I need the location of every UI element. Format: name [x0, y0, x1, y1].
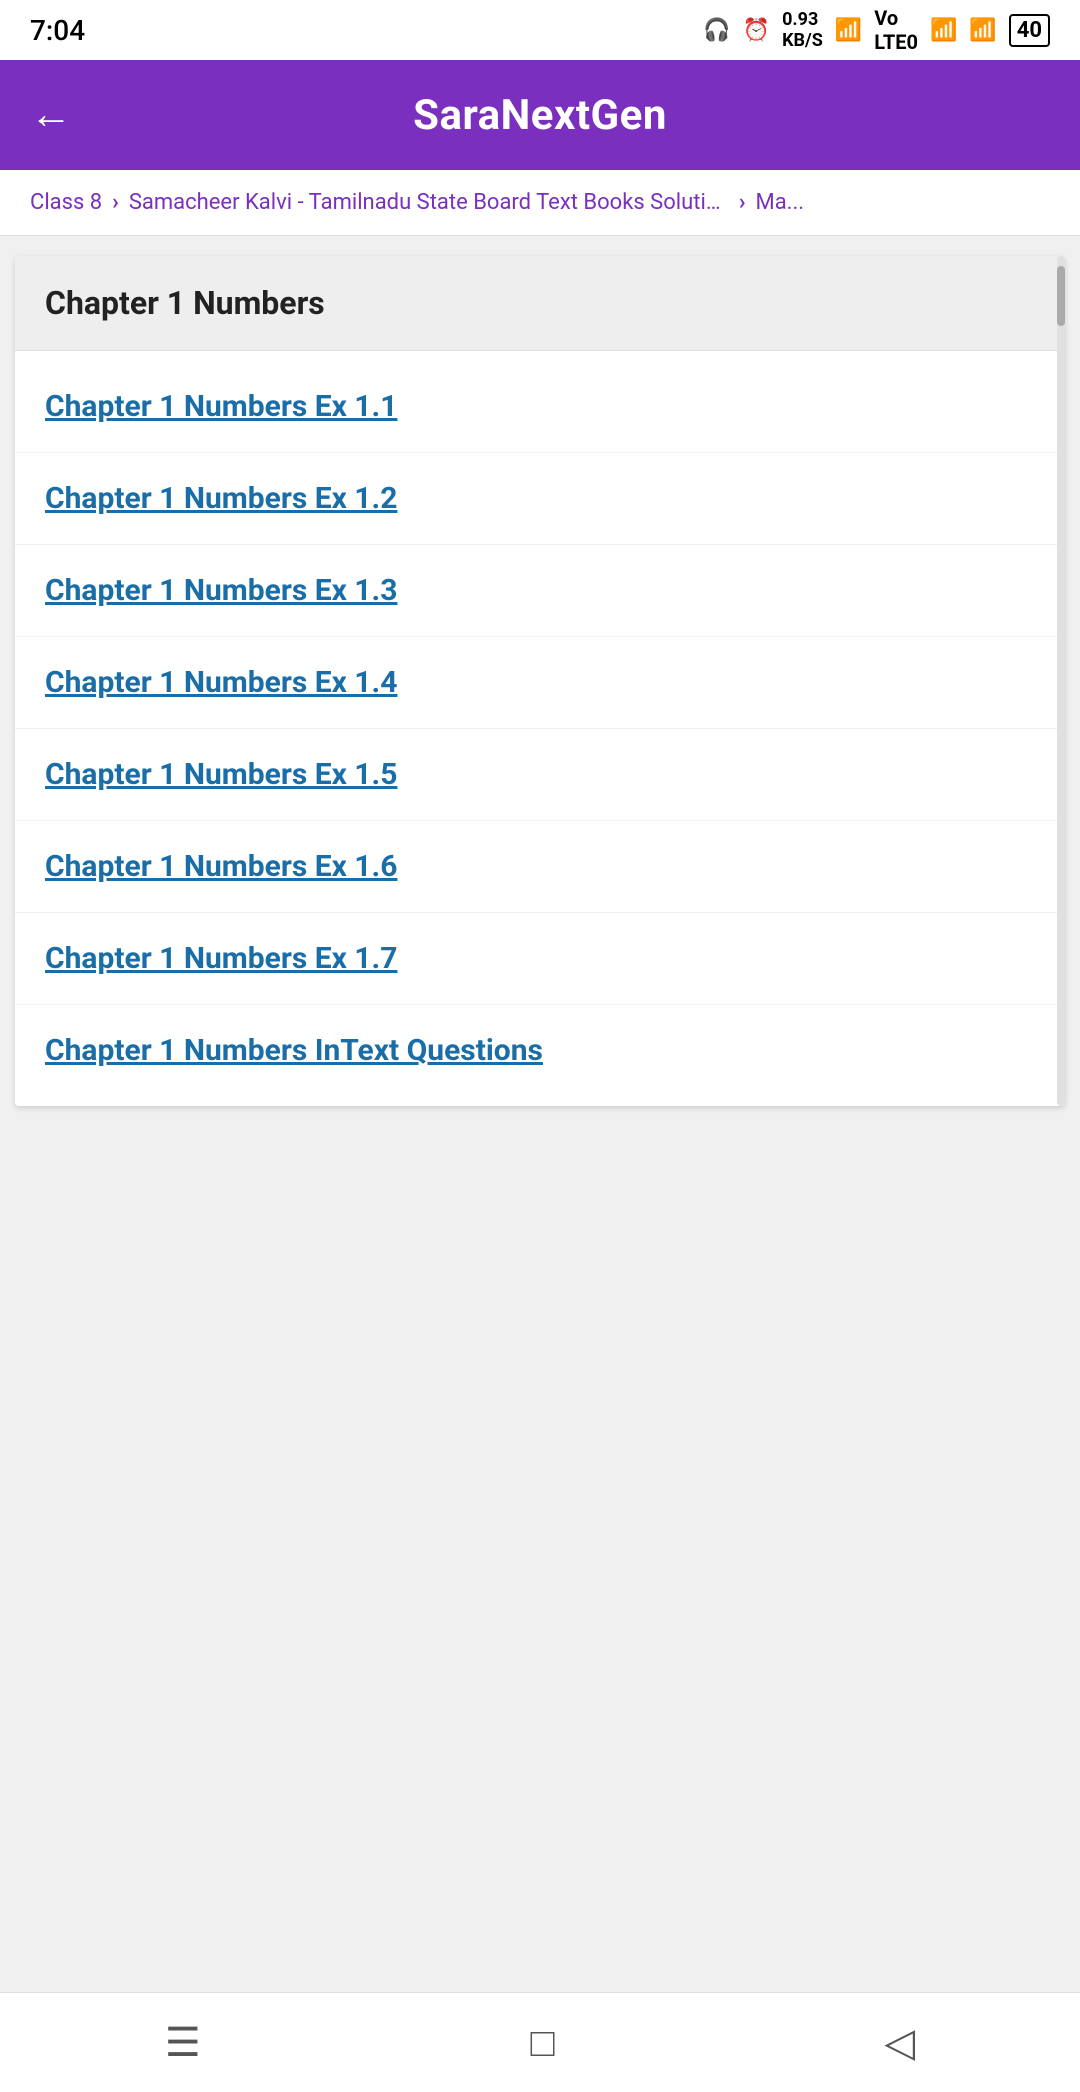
back-nav-icon[interactable]: ◁: [884, 2019, 915, 2066]
breadcrumb-separator-2: ›: [739, 190, 746, 215]
chapter-card-wrapper: Chapter 1 Numbers Chapter 1 Numbers Ex 1…: [15, 256, 1065, 1106]
breadcrumb-ma[interactable]: Ma...: [755, 190, 804, 215]
card-scrollbar-thumb: [1057, 266, 1065, 326]
chapter-item-ex12[interactable]: Chapter 1 Numbers Ex 1.2: [15, 453, 1065, 545]
breadcrumb-samacheer[interactable]: Samacheer Kalvi - Tamilnadu State Board …: [129, 190, 729, 215]
chapter-items-list: Chapter 1 Numbers Ex 1.1 Chapter 1 Numbe…: [15, 351, 1065, 1106]
card-scrollbar: [1057, 256, 1065, 1106]
menu-icon[interactable]: ☰: [165, 2019, 201, 2066]
chapter-item-link-intext[interactable]: Chapter 1 Numbers InText Questions: [45, 1033, 1035, 1068]
bottom-nav: ☰ □ ◁: [0, 1992, 1080, 2092]
data-speed: 0.93KB/S: [782, 9, 823, 51]
chapter-item-ex15[interactable]: Chapter 1 Numbers Ex 1.5: [15, 729, 1065, 821]
chapter-item-ex11[interactable]: Chapter 1 Numbers Ex 1.1: [15, 361, 1065, 453]
chapter-item-link-ex14[interactable]: Chapter 1 Numbers Ex 1.4: [45, 665, 1035, 700]
chapter-item-link-ex12[interactable]: Chapter 1 Numbers Ex 1.2: [45, 481, 1035, 516]
chapter-item-link-ex17[interactable]: Chapter 1 Numbers Ex 1.7: [45, 941, 1035, 976]
chapter-item-ex17[interactable]: Chapter 1 Numbers Ex 1.7: [15, 913, 1065, 1005]
chapter-header: Chapter 1 Numbers: [15, 256, 1065, 351]
chapter-item-ex16[interactable]: Chapter 1 Numbers Ex 1.6: [15, 821, 1065, 913]
status-time: 7:04: [30, 14, 85, 47]
chapter-item-link-ex15[interactable]: Chapter 1 Numbers Ex 1.5: [45, 757, 1035, 792]
empty-space: [0, 1126, 1080, 1726]
signal-r-icon: 📶: [969, 18, 996, 43]
chapter-item-link-ex13[interactable]: Chapter 1 Numbers Ex 1.3: [45, 573, 1035, 608]
wifi-icon: 📶: [835, 18, 862, 43]
home-icon[interactable]: □: [530, 2019, 554, 2066]
app-title: SaraNextGen: [413, 91, 667, 140]
alarm-icon: ⏰: [743, 18, 770, 43]
lte-icon: VoLTE0: [874, 6, 918, 54]
chapter-card: Chapter 1 Numbers Chapter 1 Numbers Ex 1…: [15, 256, 1065, 1106]
main-content: Chapter 1 Numbers Chapter 1 Numbers Ex 1…: [0, 236, 1080, 1126]
chapter-item-ex13[interactable]: Chapter 1 Numbers Ex 1.3: [15, 545, 1065, 637]
chapter-header-title: Chapter 1 Numbers: [45, 284, 325, 322]
chapter-item-link-ex16[interactable]: Chapter 1 Numbers Ex 1.6: [45, 849, 1035, 884]
headphone-icon: 🎧: [703, 18, 730, 43]
signal-icon: 📶: [930, 18, 957, 43]
status-bar: 7:04 🎧 ⏰ 0.93KB/S 📶 VoLTE0 📶 📶 40: [0, 0, 1080, 60]
breadcrumb-separator-1: ›: [112, 190, 119, 215]
status-icons: 🎧 ⏰ 0.93KB/S 📶 VoLTE0 📶 📶 40: [703, 6, 1050, 54]
breadcrumb-class8[interactable]: Class 8: [30, 190, 102, 215]
app-bar: ← SaraNextGen: [0, 60, 1080, 170]
chapter-item-ex14[interactable]: Chapter 1 Numbers Ex 1.4: [15, 637, 1065, 729]
back-button[interactable]: ←: [30, 94, 72, 136]
chapter-item-link-ex11[interactable]: Chapter 1 Numbers Ex 1.1: [45, 389, 1035, 424]
battery-icon: 40: [1009, 14, 1050, 47]
chapter-item-intext[interactable]: Chapter 1 Numbers InText Questions: [15, 1005, 1065, 1096]
breadcrumb: Class 8 › Samacheer Kalvi - Tamilnadu St…: [0, 170, 1080, 236]
